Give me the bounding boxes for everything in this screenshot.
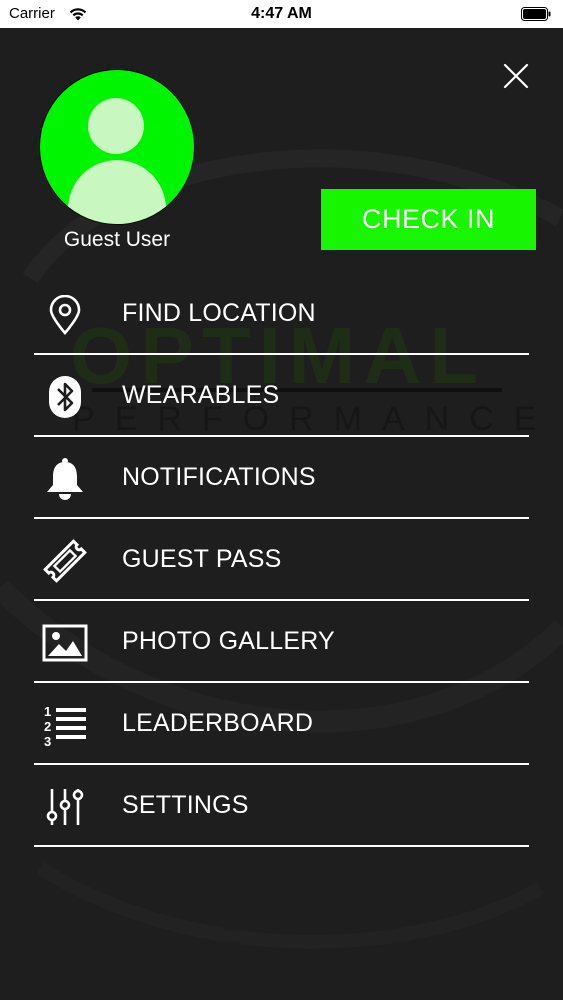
close-icon[interactable]: [500, 60, 532, 92]
numbered-list-icon: 1 2 3: [42, 702, 88, 748]
location-pin-icon: [42, 292, 88, 338]
menu-item-photo-gallery[interactable]: PHOTO GALLERY: [34, 601, 529, 683]
menu-item-label: LEADERBOARD: [122, 709, 314, 737]
sliders-icon: [42, 784, 88, 830]
profile-name: Guest User: [63, 228, 171, 251]
svg-text:3: 3: [44, 734, 51, 747]
svg-text:1: 1: [44, 704, 51, 719]
side-menu-panel: OPTIMAL PERFORMANCE Guest User CHECK IN …: [0, 28, 563, 1000]
clock: 4:47 AM: [251, 5, 312, 22]
menu-list: FIND LOCATION WEARABLES NOTIFICATIONS GU…: [34, 273, 529, 847]
menu-item-leaderboard[interactable]: 1 2 3 LEADERBOARD: [34, 683, 529, 765]
menu-item-label: GUEST PASS: [122, 545, 282, 573]
status-bar: Carrier 4:47 AM: [0, 0, 563, 28]
avatar-body-shape: [68, 160, 166, 224]
menu-item-settings[interactable]: SETTINGS: [34, 765, 529, 847]
check-in-button[interactable]: CHECK IN: [321, 189, 536, 250]
menu-item-wearables[interactable]: WEARABLES: [34, 355, 529, 437]
bluetooth-icon: [42, 374, 88, 420]
menu-item-label: PHOTO GALLERY: [122, 627, 335, 655]
menu-item-find-location[interactable]: FIND LOCATION: [34, 273, 529, 355]
menu-item-label: FIND LOCATION: [122, 299, 316, 327]
bell-icon: [42, 456, 88, 502]
menu-item-guest-pass[interactable]: GUEST PASS: [34, 519, 529, 601]
menu-item-label: NOTIFICATIONS: [122, 463, 316, 491]
image-icon: [42, 620, 88, 666]
ticket-icon: [42, 538, 88, 584]
battery-icon: [521, 7, 551, 21]
menu-item-label: SETTINGS: [122, 791, 249, 819]
menu-item-label: WEARABLES: [122, 381, 280, 409]
svg-text:2: 2: [44, 719, 51, 734]
avatar[interactable]: [40, 70, 194, 224]
avatar-head-shape: [88, 98, 144, 154]
menu-item-notifications[interactable]: NOTIFICATIONS: [34, 437, 529, 519]
